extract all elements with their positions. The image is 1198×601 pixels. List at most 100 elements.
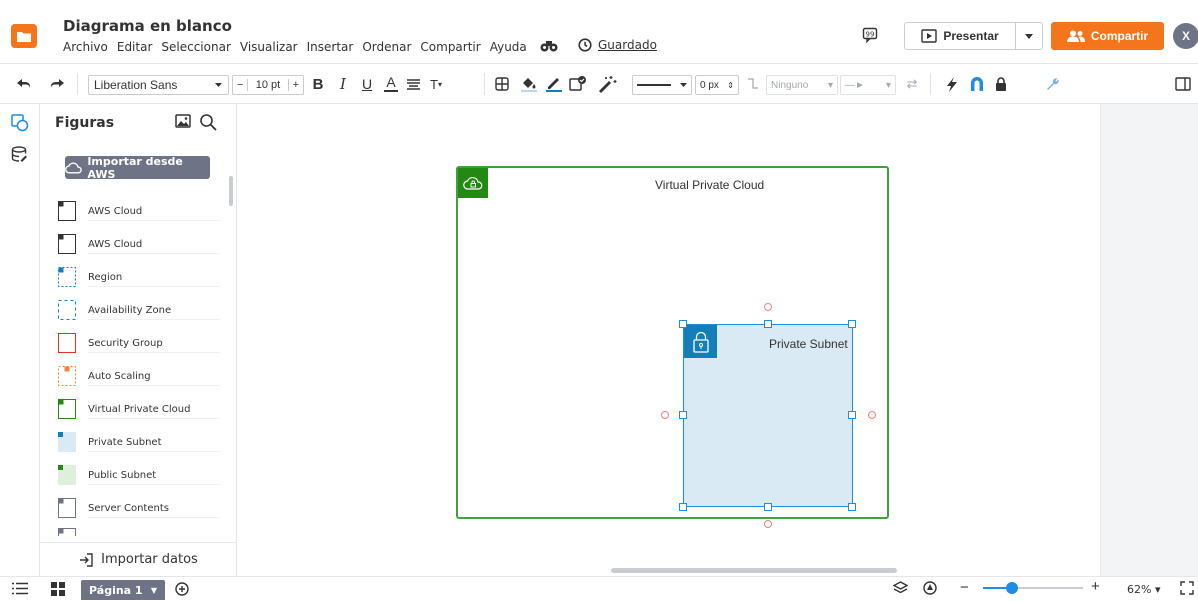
fill-color-icon[interactable] xyxy=(520,74,538,94)
font-family-select[interactable]: Liberation Sans xyxy=(88,75,229,95)
style-icon[interactable] xyxy=(569,74,587,94)
shape-aws-cloud-2[interactable]: AWS Cloud xyxy=(58,231,220,257)
image-icon[interactable] xyxy=(175,114,191,133)
diagram-canvas[interactable]: Virtual Private Cloud Private Subnet xyxy=(237,104,1100,576)
present-button[interactable]: Presentar xyxy=(904,22,1016,50)
zoom-in-button[interactable]: + xyxy=(1091,579,1100,594)
users-icon xyxy=(1066,30,1085,42)
connection-point-right[interactable] xyxy=(868,411,876,419)
resize-handle-n[interactable] xyxy=(764,320,772,328)
zoom-slider-thumb[interactable] xyxy=(1006,582,1018,594)
redo-icon[interactable] xyxy=(49,74,65,94)
shape-security-group[interactable]: Security Group xyxy=(58,330,220,356)
import-data-button[interactable]: Importar datos xyxy=(40,542,237,576)
share-button[interactable]: Compartir xyxy=(1051,22,1164,50)
shape-label: Auto Scaling xyxy=(88,367,220,385)
aws-cloud-icon xyxy=(58,201,76,221)
lightning-icon[interactable] xyxy=(945,74,959,94)
zoom-level[interactable]: 62% ▾ xyxy=(1127,583,1160,596)
resize-handle-sw[interactable] xyxy=(679,503,687,511)
font-size-stepper[interactable]: − 10 pt + xyxy=(232,75,304,95)
line-style-select[interactable] xyxy=(632,75,692,95)
text-color-icon[interactable]: A xyxy=(384,74,398,92)
shape-auto-scaling[interactable]: Auto Scaling xyxy=(58,363,220,389)
shape-availability-zone[interactable]: Availability Zone xyxy=(58,297,220,323)
data-linking-icon[interactable] xyxy=(11,146,29,169)
wrench-icon[interactable] xyxy=(1045,74,1061,94)
shape-virtual-private-cloud[interactable]: Virtual Private Cloud xyxy=(58,396,220,422)
document-title[interactable]: Diagrama en blanco xyxy=(63,17,232,35)
increase-size-button[interactable]: + xyxy=(289,79,303,91)
search-icon[interactable] xyxy=(199,113,217,136)
zoom-out-button[interactable]: − xyxy=(960,580,969,595)
import-data-label: Importar datos xyxy=(101,552,198,567)
resize-handle-nw[interactable] xyxy=(679,320,687,328)
zoom-slider[interactable] xyxy=(983,582,1083,594)
table-icon[interactable] xyxy=(494,74,510,94)
line-end-select[interactable]: —► ▾ xyxy=(840,75,896,95)
comment-icon[interactable]: 99 xyxy=(862,27,878,48)
present-options-button[interactable] xyxy=(1015,22,1043,50)
resize-handle-ne[interactable] xyxy=(848,320,856,328)
menu-ayuda[interactable]: Ayuda xyxy=(490,40,527,55)
lock-icon[interactable] xyxy=(994,74,1008,94)
add-page-icon[interactable] xyxy=(175,582,189,601)
navigation-icon[interactable] xyxy=(923,581,937,600)
import-from-aws-button[interactable]: Importar desde AWS xyxy=(65,155,210,181)
resize-handle-w[interactable] xyxy=(679,411,687,419)
font-family-value: Liberation Sans xyxy=(94,78,178,92)
shape-private-subnet[interactable]: Private Subnet xyxy=(58,429,220,455)
swap-arrows-icon[interactable]: ⇄ xyxy=(905,74,919,94)
menu-ordenar[interactable]: Ordenar xyxy=(362,40,411,55)
decrease-size-button[interactable]: − xyxy=(233,79,247,91)
connection-point-top[interactable] xyxy=(764,303,772,311)
menu-compartir[interactable]: Compartir xyxy=(420,40,480,55)
line-color-icon[interactable] xyxy=(545,74,563,94)
binoculars-icon[interactable] xyxy=(540,40,558,55)
line-width-input[interactable]: 0 px ⇕ xyxy=(695,75,739,95)
stepper-arrows-icon[interactable]: ⇕ xyxy=(727,81,734,90)
resize-handle-s[interactable] xyxy=(764,503,772,511)
layers-icon[interactable] xyxy=(892,581,909,600)
menu-editar[interactable]: Editar xyxy=(117,40,153,55)
line-start-select[interactable]: Ninguno ▾ xyxy=(766,75,838,95)
page-tab[interactable]: Página 1 ▼ xyxy=(81,580,165,600)
subnet-label[interactable]: Private Subnet xyxy=(769,337,848,351)
user-avatar[interactable]: X xyxy=(1173,23,1198,49)
caret-down-icon[interactable]: ▼ xyxy=(151,586,157,595)
align-icon[interactable] xyxy=(406,74,420,94)
private-subnet-shape[interactable]: Private Subnet xyxy=(683,324,853,507)
magic-wand-icon[interactable] xyxy=(597,74,617,94)
connector-style-icon[interactable] xyxy=(746,74,760,94)
menu-seleccionar[interactable]: Seleccionar xyxy=(161,40,230,55)
shapes-icon[interactable] xyxy=(11,114,29,137)
connection-point-bottom[interactable] xyxy=(764,520,772,528)
list-view-icon[interactable] xyxy=(12,582,28,600)
underline-icon[interactable]: U xyxy=(361,74,373,94)
resize-handle-se[interactable] xyxy=(848,503,856,511)
menu-archivo[interactable]: Archivo xyxy=(63,40,108,55)
undo-icon[interactable] xyxy=(16,74,32,94)
app-logo[interactable] xyxy=(11,24,37,48)
text-options-icon[interactable]: T ▾ xyxy=(428,74,444,94)
magnet-icon[interactable] xyxy=(969,74,985,94)
saved-status[interactable]: Guardado xyxy=(578,38,657,52)
grid-view-icon[interactable] xyxy=(51,582,65,601)
vpc-label[interactable]: Virtual Private Cloud xyxy=(655,178,764,192)
resize-handle-e[interactable] xyxy=(848,411,856,419)
menu-insertar[interactable]: Insertar xyxy=(307,40,354,55)
panel-scrollbar[interactable] xyxy=(229,176,233,206)
bottom-bar: Página 1 ▼ − + 62% ▾ xyxy=(0,576,1198,601)
connection-point-left[interactable] xyxy=(661,411,669,419)
italic-icon[interactable]: I xyxy=(337,74,349,94)
canvas-horizontal-scrollbar[interactable] xyxy=(611,568,897,573)
font-size-value[interactable]: 10 pt xyxy=(247,79,289,91)
menu-visualizar[interactable]: Visualizar xyxy=(240,40,298,55)
panel-toggle-icon[interactable] xyxy=(1174,74,1192,94)
fullscreen-icon[interactable] xyxy=(1180,581,1194,600)
shape-region[interactable]: Region xyxy=(58,264,220,290)
shape-aws-cloud[interactable]: AWS Cloud xyxy=(58,198,220,224)
bold-icon[interactable]: B xyxy=(312,74,324,94)
shape-public-subnet[interactable]: Public Subnet xyxy=(58,462,220,488)
shape-server-contents[interactable]: Server Contents xyxy=(58,495,220,521)
